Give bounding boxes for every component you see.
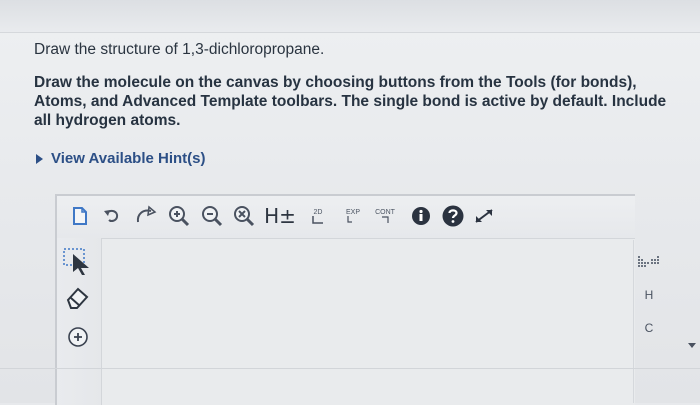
drawing-canvas[interactable] (102, 239, 635, 405)
new-document-icon[interactable] (69, 200, 91, 232)
hydrogen-toggle[interactable]: H± (264, 200, 296, 232)
zoom-out-icon[interactable] (200, 200, 224, 232)
tools-sidebar (57, 238, 102, 405)
positive-charge-icon[interactable] (65, 324, 91, 350)
atoms-toolbar: H C (633, 240, 664, 403)
fullscreen-icon[interactable] (471, 200, 497, 232)
chevron-down-icon[interactable] (688, 343, 696, 348)
cont-label: CONT (375, 208, 395, 216)
undo-icon[interactable] (101, 200, 123, 232)
question-instructions: Draw the molecule on the canvas by choos… (34, 74, 667, 129)
expand-icon[interactable]: EXP (340, 200, 366, 232)
eraser-icon[interactable] (63, 284, 93, 310)
view-hints-link[interactable]: View Available Hint(s) (36, 150, 206, 167)
redo-icon[interactable] (133, 200, 159, 232)
zoom-in-icon[interactable] (167, 200, 191, 232)
editor-toolbar: H± 2D EXP CONT (57, 196, 635, 239)
periodic-table-icon[interactable] (634, 254, 664, 273)
molecule-editor: H± 2D EXP CONT (55, 194, 635, 405)
top-bar (0, 0, 700, 33)
clear-icon[interactable] (232, 200, 256, 232)
2d-clean-icon[interactable]: 2D (305, 200, 331, 232)
2d-label: 2D (313, 208, 323, 216)
divider (0, 368, 700, 369)
question-title: Draw the structure of 1,3-dichloropropan… (34, 41, 325, 58)
help-icon[interactable] (440, 200, 466, 232)
exp-label: EXP (345, 208, 360, 216)
select-tool-icon[interactable] (61, 246, 95, 276)
contract-icon[interactable]: CONT (370, 200, 400, 232)
atom-c-button[interactable]: C (634, 321, 664, 335)
page: Draw the structure of 1,3-dichloropropan… (0, 0, 700, 405)
view-hints-label: View Available Hint(s) (51, 150, 206, 167)
caret-right-icon (36, 153, 43, 164)
info-icon[interactable] (409, 200, 433, 232)
atom-h-button[interactable]: H (634, 288, 664, 302)
